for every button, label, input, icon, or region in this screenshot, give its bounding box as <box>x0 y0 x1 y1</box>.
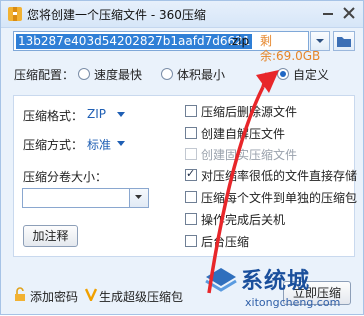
radio-size-label[interactable]: 体积最小 <box>177 66 225 83</box>
format-dropdown-icon[interactable] <box>117 112 125 117</box>
radio-custom[interactable] <box>277 68 289 80</box>
browse-folder-button[interactable] <box>333 31 355 51</box>
option-separate-archives[interactable]: 压缩每个文件到单独的压缩包 <box>201 189 357 206</box>
option-shutdown[interactable]: 操作完成后关机 <box>201 211 285 228</box>
super-archive-link[interactable]: 生成超级压缩包 <box>99 288 183 305</box>
checkbox-solid-archive <box>185 148 197 160</box>
checkbox-store-low-ratio[interactable] <box>185 167 197 181</box>
option-self-extract[interactable]: 创建自解压文件 <box>201 125 285 142</box>
close-icon[interactable] <box>339 4 359 22</box>
split-size-label: 压缩分卷大小： <box>23 170 108 184</box>
watermark-domain: xitongcheng.com <box>245 296 341 309</box>
radio-custom-label[interactable]: 自定义 <box>293 66 329 83</box>
radio-speed[interactable] <box>78 68 90 80</box>
option-delete-source[interactable]: 压缩后删除源文件 <box>201 103 297 120</box>
method-value[interactable]: 标准 <box>87 136 111 153</box>
filename-text[interactable]: 13b287e403d54202827b1aafd7d6621 <box>16 34 253 49</box>
watermark-brand: 系统城 <box>241 269 311 294</box>
checkbox-separate-archives[interactable] <box>185 191 197 203</box>
watermark: 系统城 xitongcheng.com <box>201 263 363 315</box>
method-dropdown-icon[interactable] <box>117 141 125 146</box>
minimize-icon[interactable] <box>319 5 337 21</box>
radio-speed-label[interactable]: 速度最快 <box>94 66 142 83</box>
v-icon <box>85 288 97 301</box>
format-label: 压缩格式： <box>23 109 84 123</box>
window-title: 您将创建一个压缩文件 - 360压缩 <box>27 8 206 22</box>
add-comment-button[interactable]: 加注释 <box>23 225 78 247</box>
add-password-link[interactable]: 添加密码 <box>30 288 78 305</box>
split-size-dropdown-button[interactable] <box>129 189 148 207</box>
config-label: 压缩配置： <box>14 68 75 82</box>
option-store-low-ratio[interactable]: 对压缩率很低的文件直接存储 <box>201 167 357 184</box>
title-bar: 您将创建一个压缩文件 - 360压缩 <box>1 1 363 28</box>
path-dropdown-button[interactable] <box>310 31 330 51</box>
chevron-down-icon <box>316 39 324 43</box>
filename-field[interactable]: 13b287e403d54202827b1aafd7d6621 .zip 剩余:… <box>13 31 320 63</box>
file-extension: .zip <box>228 34 250 48</box>
compress-dialog: 您将创建一个压缩文件 - 360压缩 13b287e403d54202827b1… <box>0 0 364 315</box>
chevron-down-icon <box>135 195 142 199</box>
radio-size[interactable] <box>161 68 173 80</box>
checkbox-delete-source[interactable] <box>185 105 197 117</box>
checkbox-shutdown[interactable] <box>185 213 197 225</box>
method-label: 压缩方式： <box>23 138 84 152</box>
option-solid-archive: 创建固实压缩文件 <box>201 148 298 162</box>
checkbox-self-extract[interactable] <box>185 127 197 139</box>
format-value[interactable]: ZIP <box>87 107 106 121</box>
checkbox-background[interactable] <box>185 235 197 247</box>
lock-icon <box>15 287 25 301</box>
folder-icon <box>337 37 351 47</box>
app-icon <box>8 7 22 21</box>
watermark-logo-icon <box>205 268 237 292</box>
option-background[interactable]: 后台压缩 <box>201 233 249 250</box>
